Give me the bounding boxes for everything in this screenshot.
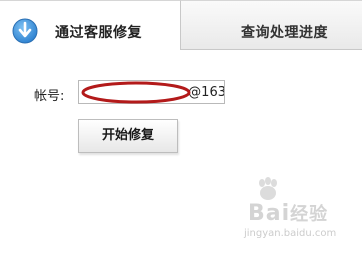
arrow-down-circle-icon xyxy=(12,18,38,44)
account-label: 帐号: xyxy=(34,89,65,104)
tab-label: 查询处理进度 xyxy=(241,25,328,41)
paw-icon xyxy=(259,177,277,200)
tab-customer-service-repair[interactable]: 通过客服修复 xyxy=(0,0,180,50)
tab-query-progress[interactable]: 查询处理进度 xyxy=(180,0,362,50)
redaction-ellipse xyxy=(81,81,191,104)
baidu-jingyan-watermark: Bai经验 jingyan.baidu.com xyxy=(244,176,362,251)
start-repair-button[interactable]: 开始修复 xyxy=(78,119,178,153)
watermark-url: jingyan.baidu.com xyxy=(244,228,337,239)
repair-page: 通过客服修复 查询处理进度 帐号: @163 开始修复 Bai经验 jingya… xyxy=(0,0,362,253)
account-value: @163 xyxy=(188,85,225,100)
watermark-brand: Bai经验 xyxy=(248,201,329,226)
tab-label: 通过客服修复 xyxy=(55,25,142,41)
tab-strip: 通过客服修复 查询处理进度 xyxy=(0,0,362,50)
